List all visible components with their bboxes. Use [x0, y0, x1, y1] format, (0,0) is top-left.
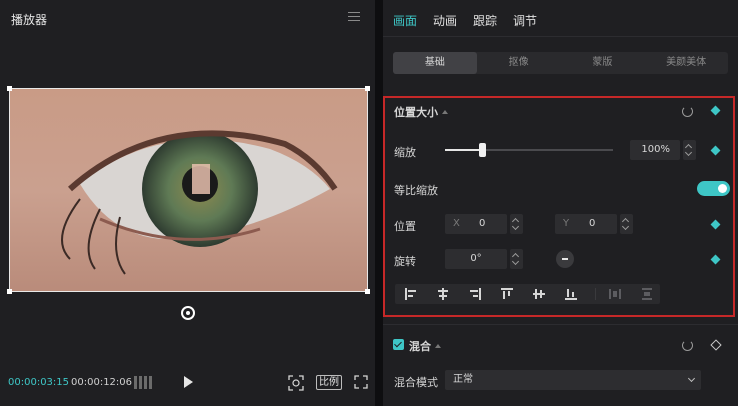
crop-handle-tl[interactable]	[7, 86, 12, 91]
menu-icon[interactable]	[348, 12, 360, 22]
property-tabs: 画面 动画 跟踪 调节	[393, 12, 537, 29]
rotate-handle[interactable]	[181, 306, 195, 320]
align-left-icon[interactable]	[405, 288, 417, 300]
distribute-v-icon[interactable]	[641, 288, 653, 300]
scale-input[interactable]: 100%	[630, 140, 680, 160]
ratio-button[interactable]: 比例	[316, 375, 342, 390]
chevron-down-icon	[687, 374, 696, 383]
distribute-h-icon[interactable]	[609, 288, 621, 300]
crop-handle-br[interactable]	[365, 289, 370, 294]
subtab-segment: 基础 抠像 蒙版 美颜美体	[393, 52, 728, 74]
y-value: 0	[589, 218, 596, 229]
scale-stepper[interactable]	[683, 140, 696, 160]
eye-image	[10, 89, 367, 291]
position-size-title: 位置大小	[394, 106, 438, 119]
section-title: 位置大小	[394, 104, 448, 120]
position-label: 位置	[394, 220, 416, 233]
blend-title-row: 混合	[409, 338, 441, 354]
blend-mode-label: 混合模式	[394, 376, 438, 389]
section-divider	[383, 324, 738, 325]
align-divider	[595, 288, 596, 300]
subtab-cutout[interactable]: 抠像	[477, 52, 561, 74]
align-right-icon[interactable]	[469, 288, 481, 300]
align-center-v-icon[interactable]	[533, 288, 545, 300]
blend-title: 混合	[409, 340, 431, 353]
x-axis-label: X	[453, 218, 460, 229]
position-y-field[interactable]: Y 0	[555, 214, 617, 234]
scale-slider-knob[interactable]	[478, 143, 486, 157]
total-timecode: 00:00:12:06	[71, 377, 133, 388]
tab-canvas[interactable]: 画面	[393, 12, 417, 29]
blend-reset-icon[interactable]	[682, 340, 693, 351]
align-center-h-icon[interactable]	[437, 288, 449, 300]
player-title: 播放器	[11, 13, 48, 27]
timeline-icon[interactable]	[134, 376, 154, 389]
scale-slider-fill	[445, 149, 482, 151]
rotation-label: 旋转	[394, 255, 416, 268]
play-button[interactable]	[184, 376, 193, 388]
blend-collapse-caret-icon[interactable]	[435, 344, 441, 348]
collapse-caret-icon[interactable]	[442, 110, 448, 114]
video-preview[interactable]	[9, 88, 368, 292]
rotation-stepper[interactable]	[510, 249, 523, 269]
crop-handle-tr[interactable]	[365, 86, 370, 91]
uniform-scale-toggle[interactable]	[697, 181, 730, 196]
expand-icon[interactable]	[354, 375, 368, 389]
tabs-divider	[383, 36, 738, 37]
position-y-stepper[interactable]	[620, 214, 633, 234]
scale-label: 缩放	[394, 146, 416, 159]
current-timecode: 00:00:03:15	[8, 377, 70, 388]
rotation-dial[interactable]	[556, 250, 574, 268]
subtab-mask[interactable]: 蒙版	[561, 52, 645, 74]
subtab-basic[interactable]: 基础	[393, 52, 477, 74]
tab-animation[interactable]: 动画	[433, 12, 457, 29]
blend-checkbox[interactable]	[393, 339, 404, 350]
alignment-toolbar	[395, 284, 660, 304]
uniform-scale-label: 等比缩放	[394, 184, 438, 197]
position-x-stepper[interactable]	[510, 214, 523, 234]
align-bottom-icon[interactable]	[565, 288, 577, 300]
blend-mode-value: 正常	[453, 374, 473, 385]
y-axis-label: Y	[563, 218, 570, 229]
align-top-icon[interactable]	[501, 288, 513, 300]
fullscreen-zoom-icon[interactable]	[288, 375, 304, 391]
rotation-input[interactable]: 0°	[445, 249, 507, 269]
tab-tracking[interactable]: 跟踪	[473, 12, 497, 29]
reset-icon[interactable]	[682, 106, 693, 117]
scale-slider[interactable]	[445, 143, 613, 157]
subtab-beauty[interactable]: 美颜美体	[644, 52, 728, 74]
blend-mode-select[interactable]: 正常	[445, 370, 701, 390]
x-value: 0	[479, 218, 486, 229]
position-x-field[interactable]: X 0	[445, 214, 507, 234]
crop-handle-bl[interactable]	[7, 289, 12, 294]
tab-adjust[interactable]: 调节	[513, 12, 537, 29]
